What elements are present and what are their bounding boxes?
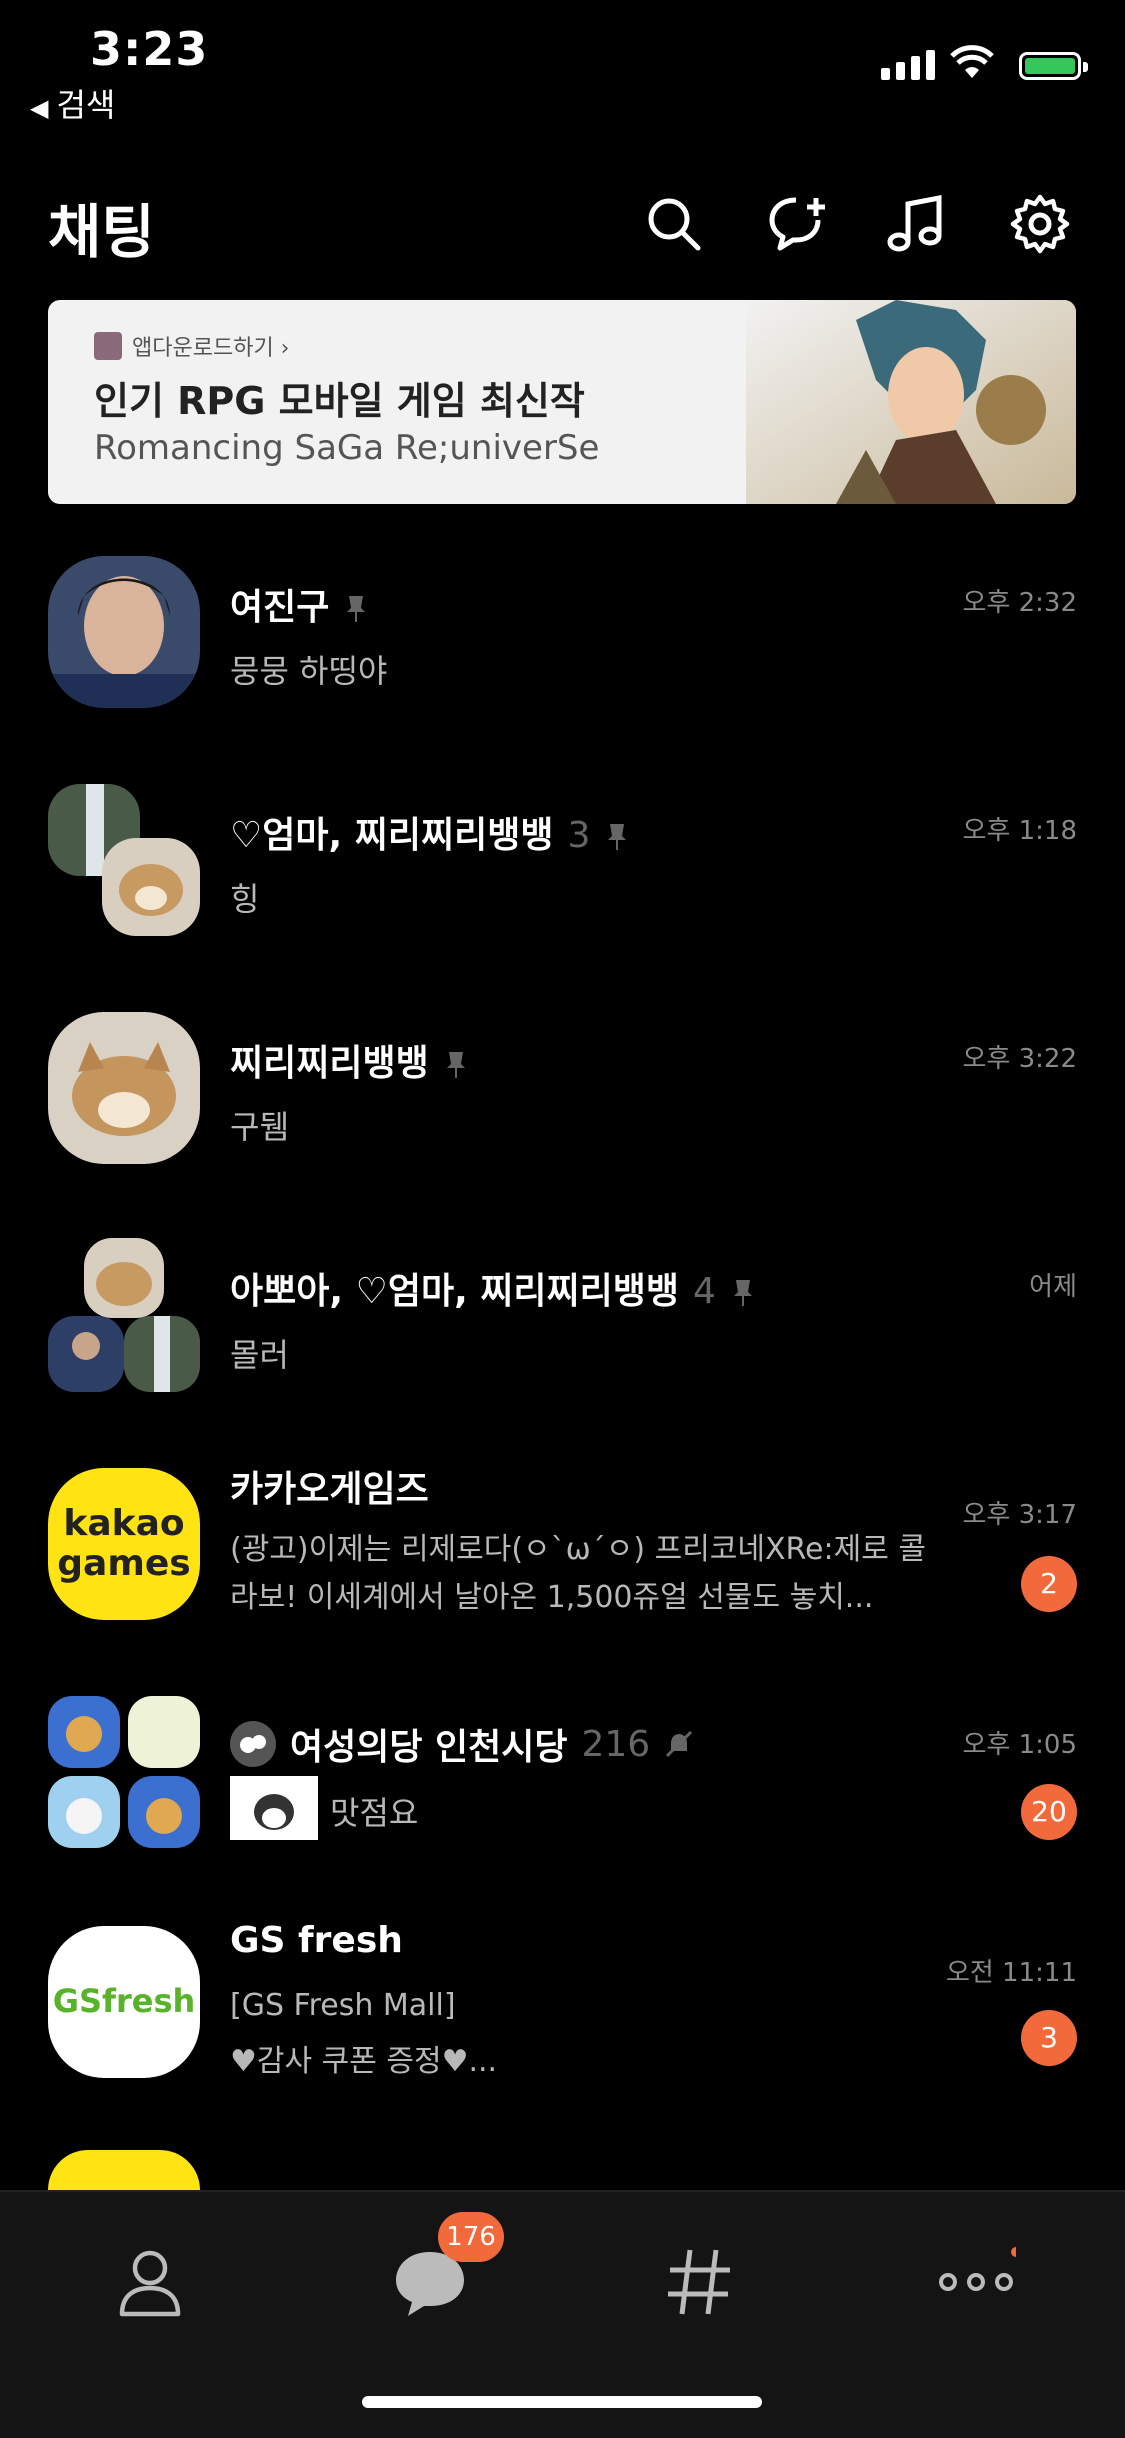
- back-triangle-icon: ◀: [30, 94, 49, 122]
- kakao-games-logo: kakao games: [48, 1468, 200, 1620]
- avatar-ryan-character: [48, 1696, 120, 1768]
- avatar-cat: [84, 1238, 164, 1318]
- chat-last-message-line1: [GS Fresh Mall]: [230, 1988, 456, 2023]
- chat-time: 오후 3:17: [962, 1500, 1078, 1530]
- chat-time: 오후 3:22: [962, 1044, 1078, 1074]
- chat-last-message: 힝: [230, 880, 260, 918]
- chat-time: 오후 1:05: [962, 1730, 1078, 1760]
- chat-name-text: 여성의당 인천시당: [290, 1727, 568, 1768]
- chat-row-1[interactable]: 여진구 뭉뭉 하띵야 오후 2:32: [0, 548, 1125, 748]
- profile-avatar: [48, 556, 200, 708]
- ad-source-label: 앱다운로드하기 ›: [132, 336, 290, 361]
- new-chat-icon[interactable]: [766, 192, 830, 256]
- chat-last-message: 구뒘: [230, 1108, 289, 1146]
- mute-bell-icon: [666, 1730, 693, 1758]
- cellular-signal-icon: [881, 50, 935, 80]
- gs-fresh-logo: GSfresh: [48, 1926, 200, 2078]
- chat-name-text: GS fresh: [230, 1920, 403, 1961]
- chat-name: 여성의당 인천시당 216: [230, 1718, 694, 1770]
- status-time: 3:23: [90, 22, 209, 76]
- pin-icon: [608, 824, 627, 850]
- friends-tab-icon[interactable]: [110, 2242, 190, 2322]
- message-sticker-thumbnail: [230, 1776, 318, 1840]
- chat-last-message: 맛점요: [330, 1794, 419, 1832]
- chat-name: 여진구: [230, 578, 367, 630]
- chat-name: ♡엄마, 찌리찌리뱅뱅 3: [230, 806, 628, 858]
- wifi-icon: [950, 45, 994, 78]
- member-count: 3: [567, 815, 591, 856]
- chat-time: 어제: [1029, 1272, 1077, 1302]
- ad-game-art-image: [746, 300, 1076, 504]
- logo-text: GSfresh: [52, 1982, 196, 2020]
- chat-last-message: 몰러: [230, 1336, 289, 1374]
- chat-time: 오전 11:11: [945, 1958, 1077, 1988]
- next-chat-avatar-partial: [48, 2150, 200, 2190]
- chat-time: 오후 2:32: [962, 588, 1078, 618]
- chat-last-message: 뭉뭉 하띵야: [230, 652, 388, 690]
- ad-banner[interactable]: 앱다운로드하기 › 인기 RPG 모바일 게임 최신작 Romancing Sa…: [48, 300, 1076, 504]
- music-icon[interactable]: [884, 192, 948, 256]
- chat-name-text: 여진구: [230, 587, 330, 628]
- chats-tab-badge: 176: [438, 2212, 504, 2262]
- logo-text-line2: games: [57, 1543, 191, 1584]
- pin-icon: [733, 1280, 752, 1306]
- avatar-apeach-character: [48, 1776, 120, 1848]
- chat-name-text: 아뽀아, ♡엄마, 찌리찌리뱅뱅: [230, 1271, 680, 1312]
- member-count: 4: [693, 1271, 716, 1312]
- chat-row-3[interactable]: 찌리찌리뱅뱅 구뒘 오후 3:22: [0, 1004, 1125, 1204]
- avatar-cat: [102, 838, 200, 936]
- chat-name: 카카오게임즈: [230, 1460, 429, 1512]
- chat-row-6[interactable]: 여성의당 인천시당 216 맛점요 오후 1:05 20: [0, 1690, 1125, 1890]
- chat-row-7[interactable]: GSfresh GS fresh [GS Fresh Mall] ♥감사 쿠폰 …: [0, 1918, 1125, 2118]
- chat-name-text: ♡엄마, 찌리찌리뱅뱅: [230, 815, 554, 856]
- more-tab-icon[interactable]: [936, 2242, 1016, 2322]
- settings-gear-icon[interactable]: [1008, 192, 1072, 256]
- member-count: 216: [581, 1723, 651, 1765]
- chat-last-message-line2: ♥감사 쿠폰 증정♥...: [230, 2044, 498, 2079]
- chat-name-text: 카카오게임즈: [230, 1469, 429, 1510]
- ad-source[interactable]: 앱다운로드하기 ›: [94, 330, 289, 362]
- chat-name: 찌리찌리뱅뱅: [230, 1034, 467, 1086]
- chat-time: 오후 1:18: [962, 816, 1078, 846]
- profile-avatar-cat: [48, 1012, 200, 1164]
- chat-row-5[interactable]: kakao games 카카오게임즈 (광고)이제는 리제로다(ㅇ`ω´ㅇ) 프…: [0, 1460, 1125, 1660]
- chat-name: 아뽀아, ♡엄마, 찌리찌리뱅뱅 4: [230, 1262, 754, 1314]
- chat-name: GS fresh: [230, 1920, 403, 1961]
- pin-icon: [446, 1052, 465, 1078]
- chat-last-message: (광고)이제는 리제로다(ㅇ`ω´ㅇ) 프리코네XRe:제로 콜라보! 이세계에…: [230, 1532, 926, 1615]
- search-icon[interactable]: [642, 192, 706, 256]
- ad-app-logo: [94, 332, 122, 360]
- back-to-app-button[interactable]: ◀ 검색: [30, 80, 115, 126]
- unread-badge: 3: [1021, 2010, 1077, 2066]
- chat-row-4[interactable]: 아뽀아, ♡엄마, 찌리찌리뱅뱅 4 몰러 어제: [0, 1232, 1125, 1432]
- avatar-ryan-character-2: [128, 1776, 200, 1848]
- chat-row-2[interactable]: ♡엄마, 찌리찌리뱅뱅 3 힝 오후 1:18: [0, 776, 1125, 976]
- chat-name-text: 찌리찌리뱅뱅: [230, 1043, 429, 1084]
- page-title: 채팅: [48, 198, 155, 266]
- open-chat-icon: [230, 1721, 276, 1767]
- ad-subtitle: Romancing SaGa Re;univerSe: [94, 428, 600, 468]
- avatar-person: [48, 1316, 124, 1392]
- back-app-label: 검색: [56, 86, 116, 124]
- group-avatar: [48, 784, 200, 936]
- unread-badge: 2: [1021, 1556, 1077, 1612]
- unread-badge: 20: [1021, 1784, 1077, 1840]
- home-indicator[interactable]: [362, 2396, 762, 2408]
- avatar-light: [128, 1696, 200, 1768]
- ad-headline: 인기 RPG 모바일 게임 최신작: [94, 379, 585, 423]
- pin-icon: [347, 596, 366, 622]
- battery-icon: [1019, 52, 1088, 80]
- group-avatar: [48, 1696, 200, 1848]
- group-avatar: [48, 1238, 200, 1392]
- avatar-waterfall: [124, 1316, 200, 1392]
- openchat-hashtag-tab-icon[interactable]: [660, 2242, 740, 2322]
- logo-text-line1: kakao: [63, 1503, 185, 1544]
